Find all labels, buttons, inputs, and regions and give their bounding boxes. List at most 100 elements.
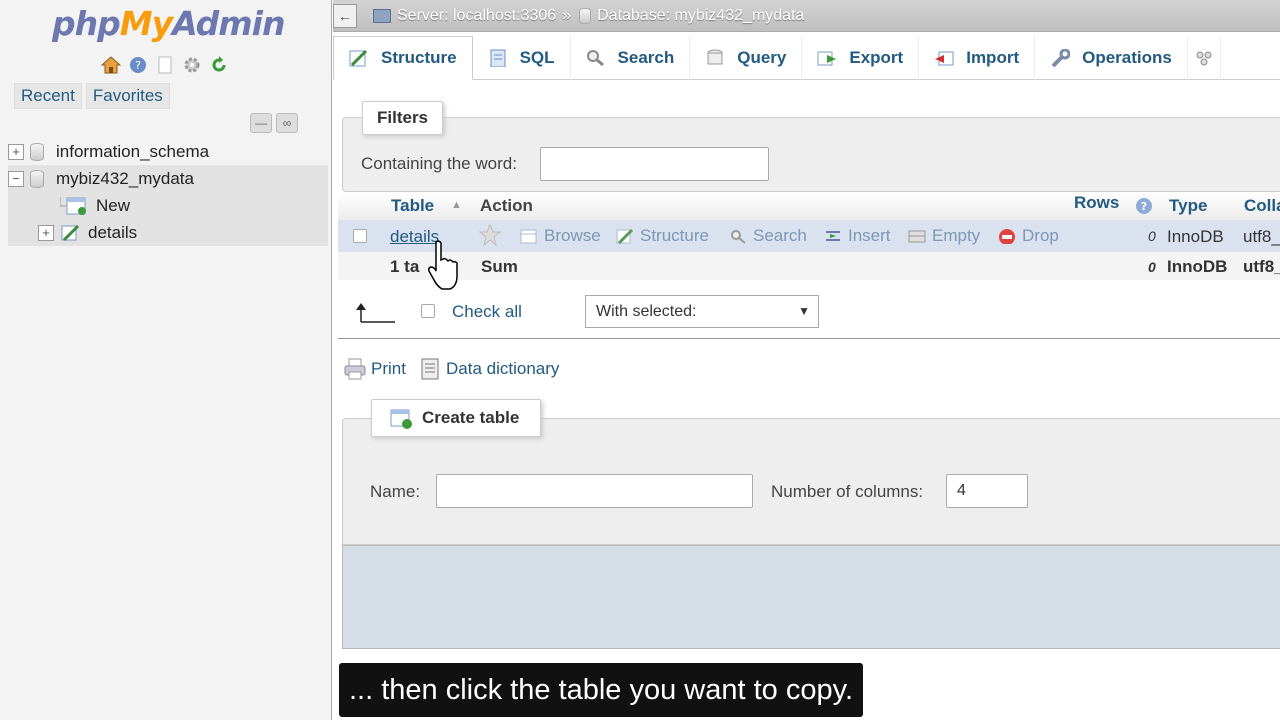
help-icon[interactable]: ? (127, 54, 149, 76)
table-name-label: Name: (370, 482, 421, 501)
navigation-panel: phpMyAdmin ? Recent Favorites — ∞ + info… (0, 0, 332, 720)
check-all-label[interactable]: Check all (452, 302, 522, 322)
insert-icon (826, 231, 840, 241)
tree-item-information-schema[interactable]: + information_schema (8, 138, 328, 165)
dictionary-icon (421, 358, 439, 380)
tab-import[interactable]: Import (919, 36, 1036, 80)
browse-action[interactable]: Browse (520, 226, 601, 246)
tree-controls: — ∞ (250, 113, 298, 133)
link-icon[interactable]: ∞ (276, 113, 298, 133)
empty-icon (908, 230, 926, 243)
collation-value: utf8_ (1243, 227, 1280, 246)
privileges-icon (1196, 51, 1212, 66)
app-window: phpMyAdmin ? Recent Favorites — ∞ + info… (0, 0, 1280, 720)
row-count: 0 (1148, 228, 1156, 244)
table-row[interactable]: details Browse Structure Search Insert E… (338, 220, 1280, 252)
database-icon (30, 142, 44, 161)
sort-asc-icon: ▲ (451, 199, 462, 211)
tab-export[interactable]: Export (802, 36, 920, 80)
tree-item-label[interactable]: details (88, 223, 137, 243)
home-icon[interactable] (100, 54, 122, 76)
sql-icon (490, 49, 506, 67)
row-checkbox[interactable] (353, 229, 367, 243)
summary-collation: utf8_ (1243, 257, 1280, 276)
divider (338, 338, 1280, 339)
engine-type: InnoDB (1167, 227, 1224, 246)
structure-action[interactable]: Structure (616, 226, 709, 246)
column-header-table[interactable]: Table (391, 196, 434, 216)
sum-label: Sum (481, 257, 518, 276)
search-icon (586, 50, 604, 67)
tab-structure[interactable]: Structure (333, 36, 473, 80)
svg-text:?: ? (135, 59, 141, 72)
table-count: 1 ta (390, 257, 420, 276)
table-name-input[interactable] (436, 474, 753, 508)
mouse-pointer-icon (428, 240, 460, 297)
settings-gear-icon[interactable] (181, 54, 203, 76)
search-action[interactable]: Search (729, 226, 807, 246)
database-icon (30, 169, 44, 188)
drop-action[interactable]: Drop (998, 226, 1059, 246)
server-icon (373, 8, 391, 23)
rows-help-icon[interactable]: ? (1135, 197, 1153, 220)
tab-operations[interactable]: Operations (1035, 36, 1188, 80)
tree-item-label[interactable]: mybiz432_mydata (56, 169, 194, 189)
empty-action[interactable]: Empty (908, 226, 980, 246)
tree-item-new[interactable]: New (8, 192, 328, 219)
recent-tab[interactable]: Recent (14, 83, 82, 109)
collapse-icon[interactable]: − (8, 170, 24, 187)
structure-icon (349, 49, 368, 67)
favorite-star-icon[interactable] (478, 223, 502, 251)
structure-icon (616, 228, 634, 244)
create-table-footer (342, 545, 1280, 649)
expand-icon[interactable]: + (8, 143, 24, 160)
tree-item-mybiz432-mydata[interactable]: − mybiz432_mydata (8, 165, 328, 192)
breadcrumb: ← Server: localhost:3306 » Database: myb… (333, 0, 1280, 32)
browse-icon (520, 229, 537, 244)
tree-item-details[interactable]: + details (8, 219, 328, 246)
quick-links: ? (100, 54, 230, 76)
data-dictionary-link[interactable]: Data dictionary (419, 358, 559, 380)
tab-search[interactable]: Search (571, 36, 691, 80)
summary-engine: InnoDB (1167, 257, 1228, 276)
phpmyadmin-logo[interactable]: phpMyAdmin (52, 4, 285, 43)
collapse-all-icon[interactable]: — (250, 113, 272, 133)
new-table-icon (60, 196, 86, 215)
column-header-rows[interactable]: Rows (1074, 193, 1119, 213)
with-selected-select[interactable]: With selected: ▼ (585, 295, 819, 328)
print-link[interactable]: Print (344, 358, 406, 380)
breadcrumb-database[interactable]: Database: mybiz432_mydata (579, 7, 804, 25)
table-summary-row: 1 ta Sum 0 InnoDB utf8_ (338, 252, 1280, 280)
favorites-tab[interactable]: Favorites (85, 83, 170, 109)
back-arrow-icon[interactable]: ← (333, 3, 357, 28)
column-header-type[interactable]: Type (1169, 196, 1207, 216)
total-rows: 0 (1148, 259, 1156, 275)
filter-input[interactable] (540, 147, 769, 181)
create-table-legend: Create table (371, 399, 541, 437)
table-header: Table ▲ Action Rows ? Type Colla (338, 192, 1280, 220)
wrench-icon (1051, 49, 1071, 67)
reload-icon[interactable] (208, 54, 230, 76)
export-icon (817, 51, 837, 66)
tab-more[interactable] (1188, 36, 1221, 80)
check-all-checkbox[interactable] (421, 304, 435, 318)
database-icon (579, 7, 592, 24)
documentation-icon[interactable] (154, 54, 176, 76)
database-tree: + information_schema − mybiz432_mydata N… (8, 138, 328, 246)
expand-icon[interactable]: + (38, 224, 54, 241)
video-caption: ... then click the table you want to cop… (339, 663, 864, 717)
column-header-collation[interactable]: Colla (1244, 196, 1280, 216)
columns-count-input[interactable]: 4 (946, 474, 1028, 508)
breadcrumb-server[interactable]: Server: localhost:3306 » (373, 7, 571, 25)
filter-label: Containing the word: (361, 154, 517, 173)
tree-item-label[interactable]: New (96, 196, 130, 216)
new-table-icon (390, 409, 412, 429)
printer-icon (344, 358, 366, 380)
tab-query[interactable]: Query (690, 36, 803, 80)
tab-sql[interactable]: SQL (473, 36, 571, 80)
insert-action[interactable]: Insert (824, 226, 891, 246)
table-structure-icon (61, 224, 80, 241)
tree-item-label[interactable]: information_schema (56, 142, 209, 162)
import-icon (935, 51, 954, 66)
columns-count-label: Number of columns: (771, 482, 924, 501)
